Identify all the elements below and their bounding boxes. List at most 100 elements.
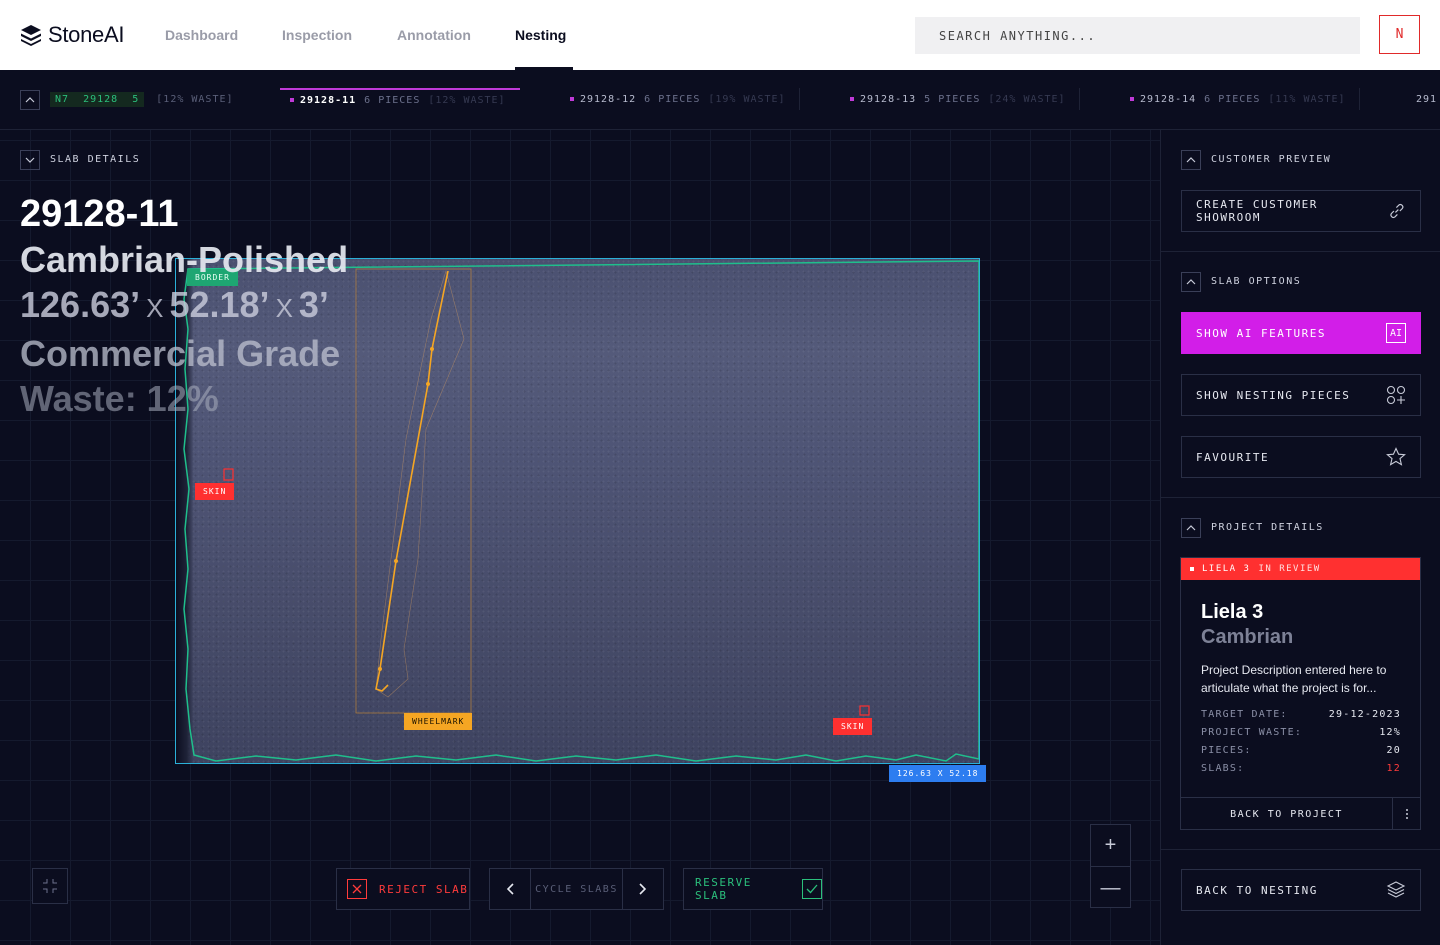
more-options-button[interactable] bbox=[1392, 798, 1420, 830]
slab-tab-29128-13[interactable]: 29128-13 5 PIECES [24% WASTE] bbox=[840, 88, 1080, 110]
stoneai-logo-icon bbox=[21, 25, 41, 46]
slab-tab-id: 29128-11 bbox=[300, 94, 357, 106]
job-count: 5 bbox=[132, 94, 140, 105]
favourite-label: FAVOURITE bbox=[1196, 450, 1270, 464]
nav-inspection[interactable]: Inspection bbox=[282, 27, 352, 43]
collapse-view-button[interactable] bbox=[32, 868, 68, 904]
skin-tag-left[interactable]: SKIN bbox=[195, 483, 235, 500]
row-value: 12 bbox=[1386, 763, 1401, 774]
job-summary-tab[interactable]: N7 29128 5 [12% WASTE] bbox=[50, 92, 234, 107]
slab-tab-overflow[interactable]: 291 bbox=[1400, 88, 1440, 110]
slab-options-label: SLAB OPTIONS bbox=[1211, 276, 1302, 287]
tab-strip-collapse-button[interactable] bbox=[20, 90, 40, 110]
slab-tab-pieces: 6 PIECES bbox=[364, 94, 421, 106]
nav-dashboard[interactable]: Dashboard bbox=[165, 27, 238, 43]
slab-tab-id: 29128-12 bbox=[580, 93, 637, 105]
row-key: PIECES: bbox=[1201, 745, 1252, 756]
nav-nesting[interactable]: Nesting bbox=[515, 27, 566, 43]
back-to-nesting-button[interactable]: BACK TO NESTING bbox=[1181, 869, 1421, 911]
slab-dimensions: 126.63’ X 52.18’ X 3’ bbox=[20, 282, 348, 331]
reserve-slab-button[interactable]: RESERVE SLAB bbox=[683, 868, 823, 910]
back-to-project-button[interactable]: BACK TO PROJECT bbox=[1181, 798, 1392, 830]
project-subtitle: Cambrian bbox=[1201, 626, 1294, 648]
more-vertical-icon bbox=[1405, 809, 1408, 819]
zoom-out-button[interactable]: — bbox=[1091, 867, 1130, 909]
project-status-header: LIELA 3 IN REVIEW bbox=[1181, 558, 1420, 580]
panel-divider bbox=[1161, 849, 1440, 850]
show-ai-features-button[interactable]: SHOW AI FEATURES AI bbox=[1181, 312, 1421, 354]
skin-tag-right[interactable]: SKIN bbox=[833, 718, 873, 735]
dim-separator: X bbox=[275, 293, 293, 323]
favourite-button[interactable]: FAVOURITE bbox=[1181, 436, 1421, 478]
job-number: 29128 bbox=[83, 94, 119, 105]
dim-width: 52.18’ bbox=[169, 284, 270, 325]
row-value: 29-12-2023 bbox=[1328, 709, 1401, 720]
project-details-label: PROJECT DETAILS bbox=[1211, 522, 1324, 533]
slab-tab-pieces: 6 PIECES bbox=[644, 93, 701, 105]
slab-tab-id: 29128-13 bbox=[860, 93, 917, 105]
zoom-in-button[interactable]: + bbox=[1091, 825, 1130, 867]
slab-tab-id: 291 bbox=[1416, 93, 1438, 105]
project-pieces-row: PIECES: 20 bbox=[1201, 745, 1401, 756]
reject-slab-button[interactable]: REJECT SLAB bbox=[336, 868, 470, 910]
tab-dot bbox=[1130, 97, 1134, 101]
project-card-footer: BACK TO PROJECT bbox=[1181, 797, 1420, 830]
tab-dot bbox=[850, 97, 854, 101]
row-key: PROJECT WASTE: bbox=[1201, 727, 1303, 738]
slab-title-block: 29128-11 Cambrian-Polished 126.63’ X 52.18… bbox=[20, 192, 348, 421]
show-nesting-pieces-label: SHOW NESTING PIECES bbox=[1196, 388, 1351, 402]
next-slab-button[interactable] bbox=[623, 869, 663, 909]
slab-options-toggle[interactable] bbox=[1181, 272, 1201, 292]
show-ai-features-label: SHOW AI FEATURES bbox=[1196, 326, 1326, 340]
project-details-toggle[interactable] bbox=[1181, 518, 1201, 538]
tab-dot bbox=[290, 98, 294, 102]
search-input[interactable]: SEARCH ANYTHING... bbox=[915, 17, 1360, 54]
chevron-down-icon bbox=[25, 157, 35, 163]
status-dot bbox=[1190, 567, 1194, 571]
slab-details-toggle[interactable] bbox=[20, 150, 40, 170]
slab-tab-strip: N7 29128 5 [12% WASTE] 29128-11 6 PIECES… bbox=[0, 70, 1440, 130]
dimension-tag: 126.63 X 52.18 bbox=[889, 765, 987, 782]
link-icon bbox=[1390, 204, 1404, 218]
create-showroom-button[interactable]: CREATE CUSTOMER SHOWROOM bbox=[1181, 190, 1421, 232]
back-to-nesting-label: BACK TO NESTING bbox=[1196, 883, 1318, 897]
show-nesting-pieces-button[interactable]: SHOW NESTING PIECES bbox=[1181, 374, 1421, 416]
slab-material: Cambrian-Polished bbox=[20, 239, 349, 280]
project-slabs-row: SLABS: 12 bbox=[1201, 763, 1401, 774]
wheelmark-tag[interactable]: WHEELMARK bbox=[404, 713, 473, 730]
nav-annotation[interactable]: Annotation bbox=[397, 27, 471, 43]
slab-tab-waste: [11% WASTE] bbox=[1268, 93, 1346, 105]
layers-icon bbox=[1386, 881, 1406, 898]
row-value: 12% bbox=[1379, 727, 1401, 738]
project-waste-row: PROJECT WASTE: 12% bbox=[1201, 727, 1401, 738]
row-value: 20 bbox=[1386, 745, 1401, 756]
dim-length: 126.63’ bbox=[20, 284, 141, 325]
previous-slab-button[interactable] bbox=[490, 869, 530, 909]
user-avatar[interactable]: N bbox=[1379, 15, 1420, 54]
job-tag: N7 bbox=[55, 94, 70, 105]
slab-tab-id: 29128-14 bbox=[1140, 93, 1197, 105]
slab-tab-29128-14[interactable]: 29128-14 6 PIECES [11% WASTE] bbox=[1120, 88, 1360, 110]
reject-slab-label: REJECT SLAB bbox=[379, 882, 469, 896]
slab-tab-29128-12[interactable]: 29128-12 6 PIECES [19% WASTE] bbox=[560, 88, 800, 110]
project-status-badge: IN REVIEW bbox=[1258, 564, 1321, 574]
close-icon bbox=[347, 879, 367, 899]
slab-grade: Commercial Grade bbox=[20, 333, 341, 374]
panel-divider bbox=[1161, 251, 1440, 252]
chevron-up-icon bbox=[1186, 525, 1196, 531]
row-key: TARGET DATE: bbox=[1201, 709, 1288, 720]
project-header-name: LIELA 3 bbox=[1202, 564, 1251, 574]
project-description: Project Description entered here to arti… bbox=[1201, 663, 1387, 695]
slab-tab-waste: [24% WASTE] bbox=[988, 93, 1066, 105]
chevron-right-icon bbox=[639, 883, 647, 895]
slab-tab-29128-11[interactable]: 29128-11 6 PIECES [12% WASTE] bbox=[280, 88, 520, 110]
zoom-controls: + — bbox=[1090, 824, 1131, 908]
check-icon bbox=[802, 879, 822, 899]
slab-tab-waste: [19% WASTE] bbox=[708, 93, 786, 105]
slab-id: 29128-11 bbox=[20, 193, 179, 235]
create-showroom-label: CREATE CUSTOMER SHOWROOM bbox=[1196, 198, 1318, 224]
dim-separator: X bbox=[146, 293, 164, 323]
chevron-up-icon bbox=[1186, 279, 1196, 285]
app-logo[interactable]: StoneAI bbox=[20, 22, 124, 48]
customer-preview-toggle[interactable] bbox=[1181, 150, 1201, 170]
